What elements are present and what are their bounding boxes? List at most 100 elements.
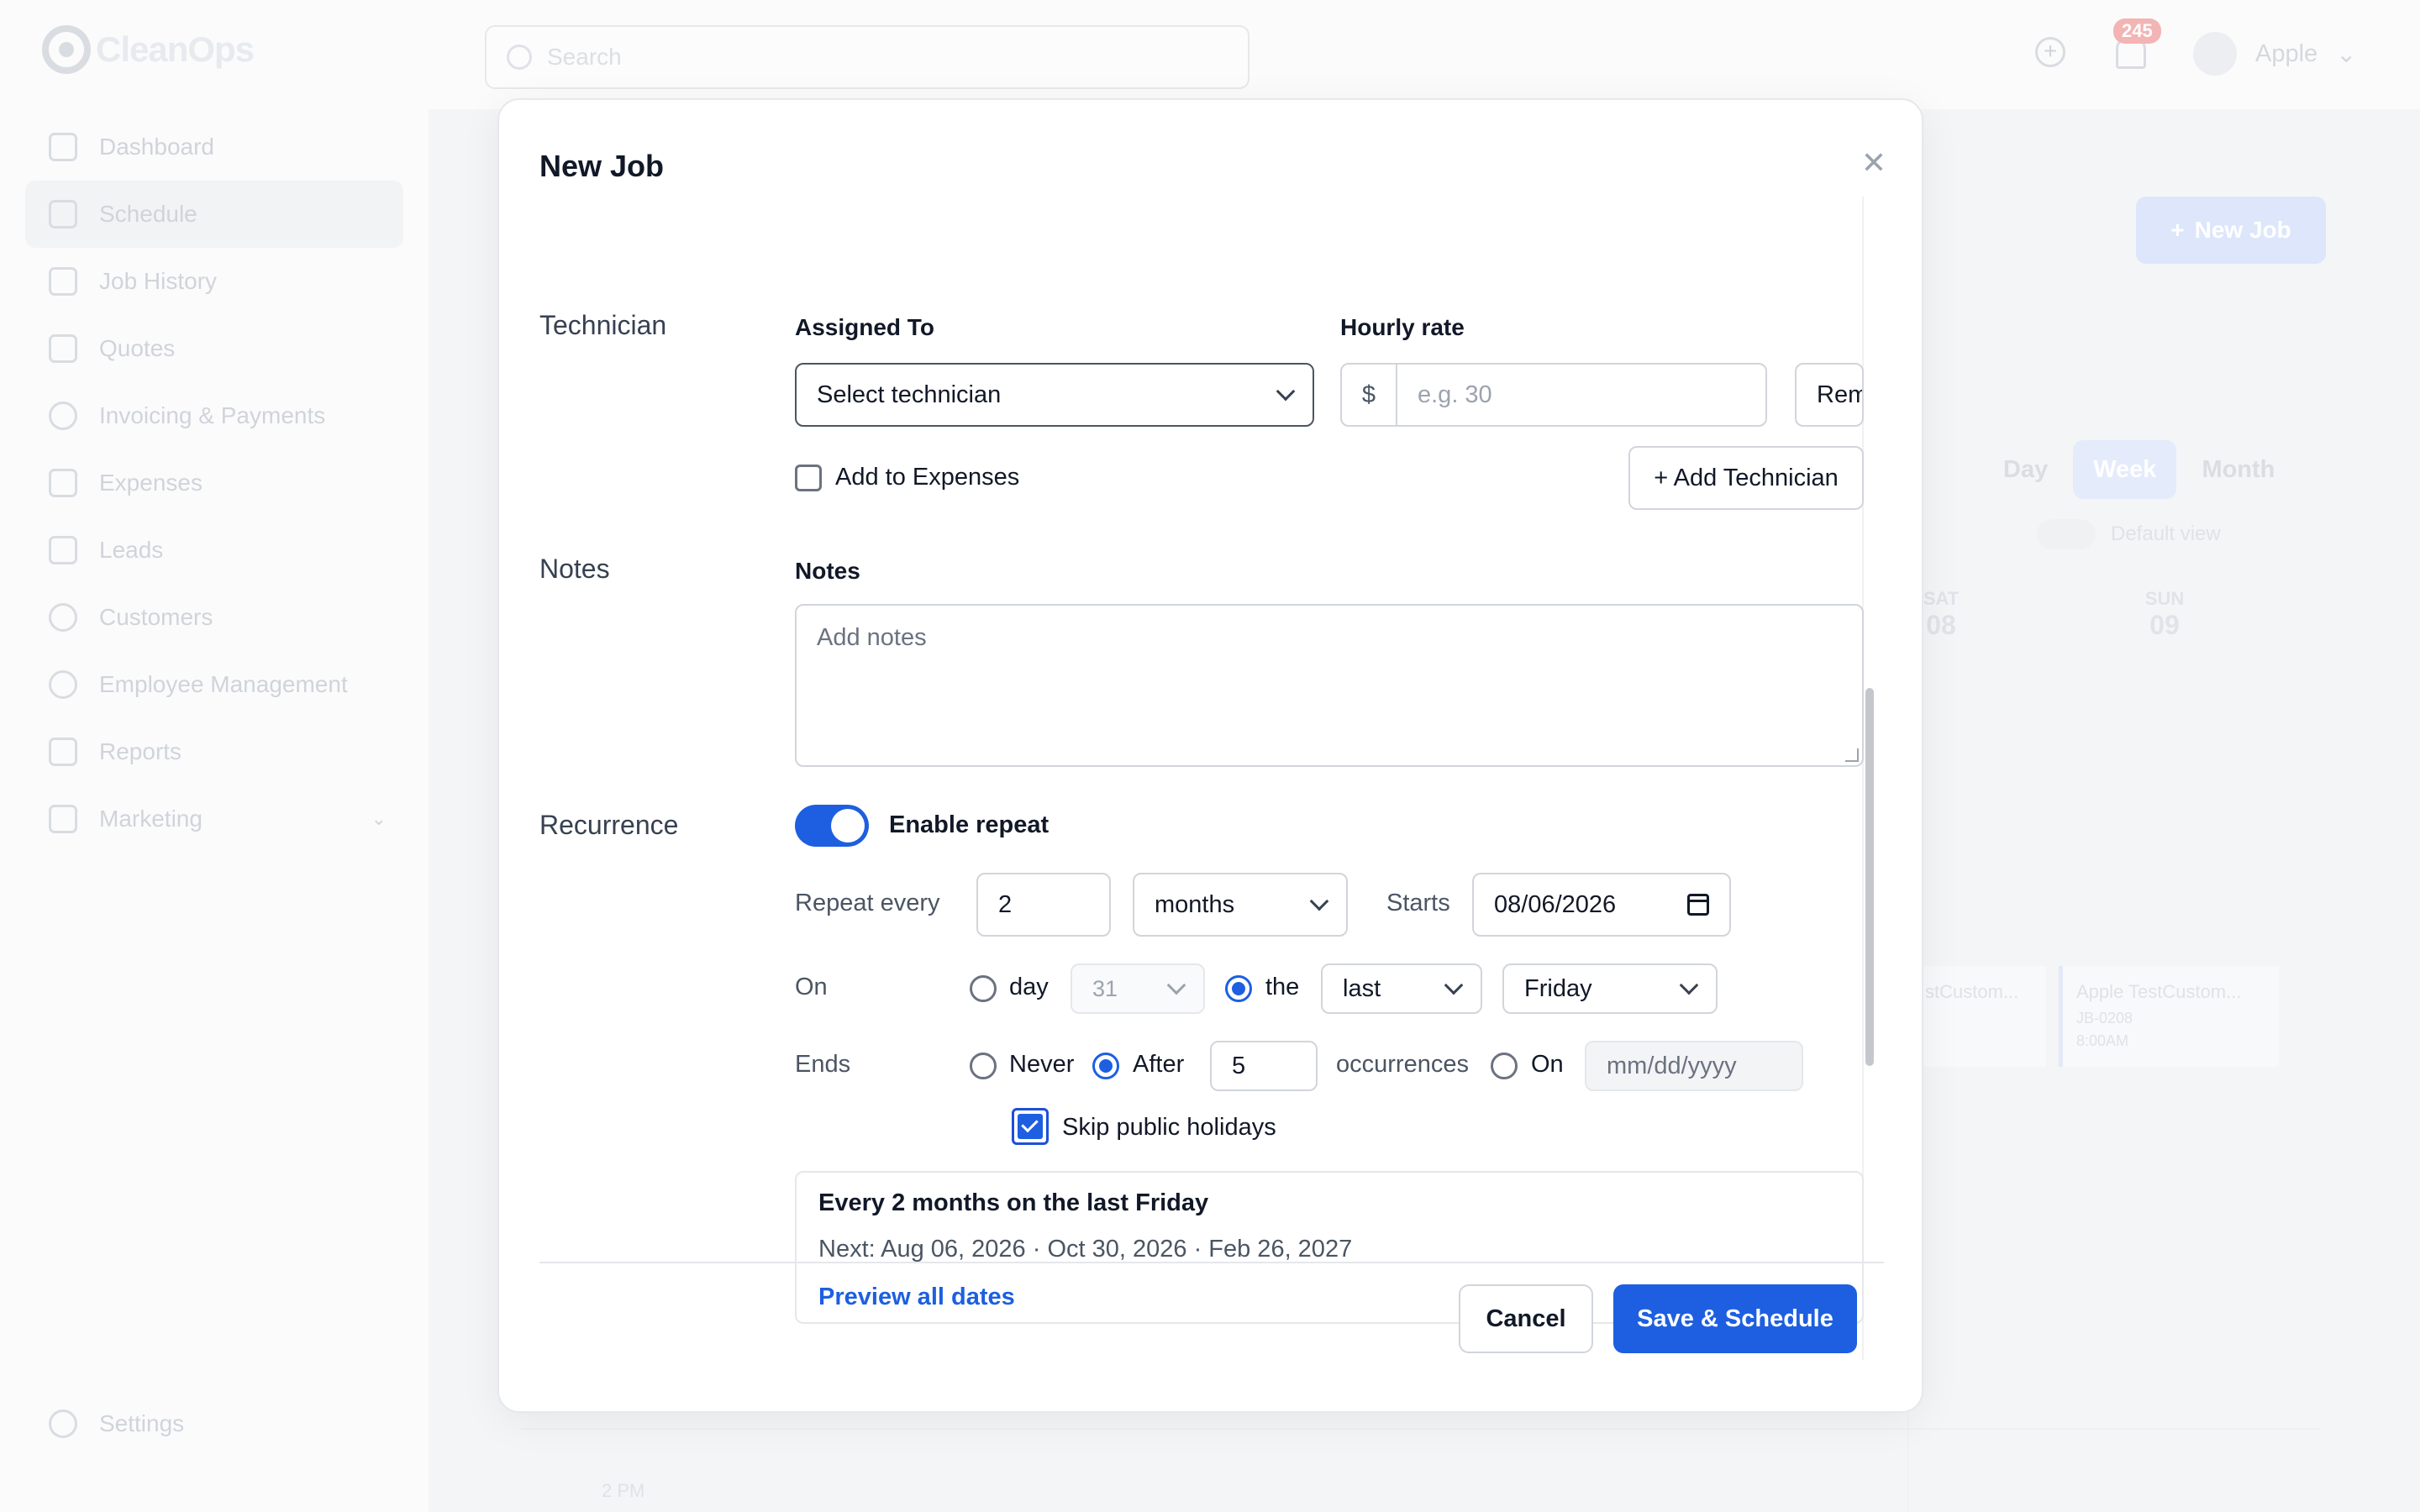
- event-id: JB-0208: [2076, 1010, 2133, 1026]
- sidebar-item-job-history[interactable]: Job History: [25, 248, 403, 315]
- technician-select[interactable]: Select technician: [795, 363, 1314, 427]
- add-to-expenses-checkbox[interactable]: [795, 465, 822, 491]
- ordinal-select[interactable]: last: [1321, 963, 1482, 1014]
- ends-on-radio[interactable]: [1491, 1053, 1518, 1079]
- time-label: 2 PM: [602, 1480, 645, 1501]
- sidebar-item-label: Reports: [99, 738, 182, 764]
- footer-divider: [539, 1262, 1884, 1263]
- sidebar-item-quotes[interactable]: Quotes: [25, 315, 403, 382]
- view-switcher: Day Week Month: [1983, 440, 2295, 499]
- close-icon[interactable]: ✕: [1859, 149, 1889, 179]
- remove-label: Rem: [1817, 381, 1864, 408]
- ends-never-radio[interactable]: [970, 1053, 997, 1079]
- logo-text-a: Clean: [96, 29, 188, 69]
- on-day-radio[interactable]: [970, 975, 997, 1002]
- notes-label: Notes: [795, 558, 860, 584]
- on-the-label: the: [1265, 974, 1300, 1000]
- repeat-unit-select[interactable]: months: [1133, 873, 1348, 937]
- section-technician: Technician: [539, 310, 667, 340]
- sidebar-item-invoicing[interactable]: Invoicing & Payments: [25, 382, 403, 449]
- on-label: On: [795, 974, 828, 1000]
- assigned-to-label: Assigned To: [795, 314, 934, 340]
- sidebar-item-employee-management[interactable]: Employee Management: [25, 651, 403, 718]
- on-the-radio[interactable]: [1225, 975, 1252, 1002]
- app-logo[interactable]: CleanOps: [42, 25, 255, 74]
- new-job-button[interactable]: + New Job: [2136, 197, 2326, 264]
- occurrences-value: 5: [1232, 1052, 1246, 1079]
- sidebar-item-label: Job History: [99, 268, 218, 294]
- calendar-event[interactable]: stCustom...: [1920, 966, 2046, 1067]
- new-job-modal: New Job ✕ Technician Assigned To Select …: [497, 98, 1923, 1413]
- weekday-select[interactable]: Friday: [1502, 963, 1718, 1014]
- sidebar-item-label: Employee Management: [99, 671, 348, 697]
- sidebar-item-leads[interactable]: Leads: [25, 517, 403, 584]
- ends-on-date-input[interactable]: mm/dd/yyyy: [1585, 1041, 1803, 1091]
- save-schedule-button[interactable]: Save & Schedule: [1613, 1284, 1857, 1353]
- sidebar-item-label: Settings: [99, 1410, 185, 1436]
- wallet-icon: [49, 469, 77, 497]
- add-circle-icon[interactable]: +: [2035, 37, 2065, 67]
- chevron-down-icon: [1166, 975, 1186, 995]
- tab-month[interactable]: Month: [2181, 440, 2295, 499]
- starts-date-input[interactable]: 08/06/2026: [1472, 873, 1731, 937]
- ends-after-radio[interactable]: [1092, 1053, 1119, 1079]
- weekday-value: Friday: [1524, 974, 1592, 1002]
- cancel-button[interactable]: Cancel: [1459, 1284, 1593, 1353]
- chevron-down-icon: [1679, 975, 1699, 995]
- search-icon: [507, 45, 532, 70]
- logo-icon: [42, 25, 91, 74]
- occurrences-input[interactable]: 5: [1210, 1041, 1318, 1091]
- ends-label: Ends: [795, 1051, 851, 1078]
- user-gear-icon: [49, 670, 77, 699]
- repeat-interval-value: 2: [998, 890, 1013, 918]
- sidebar-item-settings[interactable]: Settings: [49, 1410, 184, 1438]
- user-menu[interactable]: Apple ⌄: [2193, 32, 2356, 76]
- sidebar-item-label: Schedule: [99, 201, 197, 227]
- sidebar-item-customers[interactable]: Customers: [25, 584, 403, 651]
- dollar-icon: [49, 402, 77, 430]
- add-to-expenses-label: Add to Expenses: [835, 464, 1020, 491]
- skip-holidays-checkbox[interactable]: [1012, 1108, 1049, 1145]
- add-technician-button[interactable]: + Add Technician: [1628, 446, 1864, 510]
- on-day-value: 31: [1092, 975, 1118, 1001]
- starts-label: Starts: [1386, 890, 1450, 916]
- ends-on-placeholder: mm/dd/yyyy: [1607, 1052, 1737, 1079]
- new-job-label: New Job: [2194, 217, 2291, 243]
- chevron-down-icon: [1309, 891, 1329, 911]
- calendar-event[interactable]: Apple TestCustom... JB-0208 8:00AM: [2059, 966, 2279, 1067]
- hourly-rate-field[interactable]: $ e.g. 30: [1340, 363, 1767, 427]
- default-view-toggle[interactable]: Default view: [2037, 519, 2221, 549]
- remove-technician-button[interactable]: Rem: [1795, 363, 1864, 427]
- enable-repeat-toggle[interactable]: [795, 805, 869, 847]
- summary-next-dates: Next: Aug 06, 2026 · Oct 30, 2026 · Feb …: [818, 1236, 1353, 1263]
- search-placeholder: Search: [547, 44, 622, 70]
- sidebar-item-marketing[interactable]: Marketing ⌄: [25, 785, 403, 853]
- sidebar-item-schedule[interactable]: Schedule: [25, 181, 403, 248]
- calendar-grid-row: [521, 1428, 2319, 1512]
- day-name: SUN: [2144, 588, 2185, 609]
- sidebar-item-label: Invoicing & Payments: [99, 402, 326, 428]
- day-number: 09: [2149, 610, 2180, 640]
- logo-text-b: Ops: [187, 29, 255, 69]
- repeat-interval-input[interactable]: 2: [976, 873, 1111, 937]
- ordinal-value: last: [1343, 974, 1381, 1002]
- ends-never-label: Never: [1009, 1051, 1075, 1078]
- sidebar-item-dashboard[interactable]: Dashboard: [25, 113, 403, 181]
- summary-title: Every 2 months on the last Friday: [818, 1189, 1209, 1216]
- on-day-select[interactable]: 31: [1071, 963, 1205, 1014]
- add-technician-label: + Add Technician: [1654, 464, 1839, 491]
- toggle-switch[interactable]: [2037, 519, 2096, 549]
- sidebar-item-expenses[interactable]: Expenses: [25, 449, 403, 517]
- on-day-label: day: [1009, 974, 1049, 1000]
- sidebar-item-reports[interactable]: Reports: [25, 718, 403, 785]
- ends-after-label: After: [1133, 1051, 1185, 1078]
- default-view-label: Default view: [2111, 522, 2221, 545]
- calendar-icon[interactable]: [1687, 894, 1709, 916]
- enable-repeat-label: Enable repeat: [889, 811, 1050, 838]
- tab-day[interactable]: Day: [1983, 440, 2068, 499]
- modal-body: Technician Assigned To Select technician…: [539, 197, 1877, 1360]
- tab-week[interactable]: Week: [2073, 440, 2177, 499]
- hourly-rate-placeholder: e.g. 30: [1418, 381, 1492, 408]
- notes-textarea[interactable]: Add notes: [795, 604, 1864, 767]
- search-input[interactable]: Search: [485, 25, 1249, 89]
